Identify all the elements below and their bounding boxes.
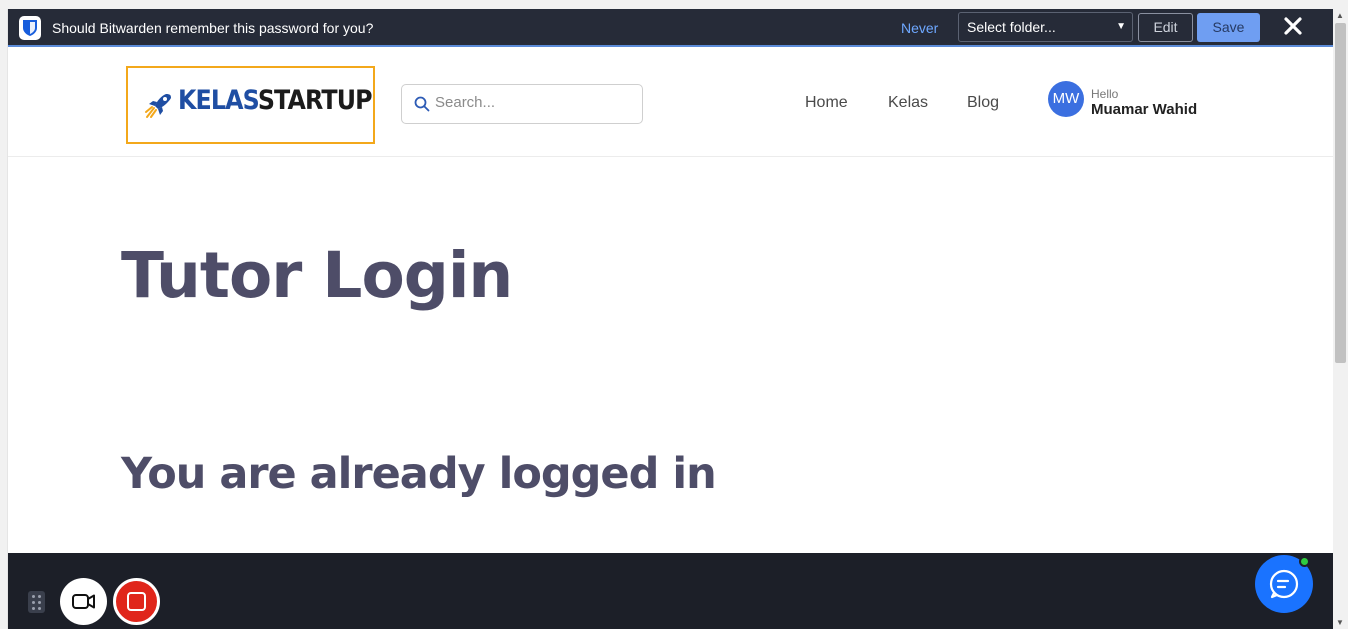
bottom-toolbar	[8, 553, 1333, 629]
search-input[interactable]	[435, 94, 635, 111]
browser-viewport: Should Bitwarden remember this password …	[0, 0, 1348, 629]
page-title: Tutor Login	[121, 239, 513, 312]
save-button[interactable]: Save	[1197, 13, 1260, 42]
bitwarden-notification-bar: Should Bitwarden remember this password …	[8, 9, 1333, 47]
stop-recording-button[interactable]	[113, 578, 160, 625]
stop-recording-icon	[127, 592, 146, 611]
video-camera-icon	[72, 594, 95, 609]
nav-home[interactable]: Home	[805, 94, 848, 112]
search-box[interactable]	[401, 84, 643, 124]
logo-startup: STARTUP	[257, 85, 373, 116]
site-logo[interactable]: KELASSTARTUP	[126, 66, 375, 144]
bitwarden-question: Should Bitwarden remember this password …	[52, 20, 374, 36]
folder-select[interactable]: Select folder... ▼	[958, 12, 1133, 42]
chevron-down-icon: ▼	[1116, 21, 1126, 32]
web-page: Should Bitwarden remember this password …	[7, 9, 1333, 629]
site-header: KELASSTARTUP Home Kelas Blog MW Hello Mu…	[8, 49, 1333, 157]
logo-kelas: KELAS	[178, 85, 259, 116]
chat-button[interactable]	[1255, 555, 1313, 613]
online-status-dot	[1299, 556, 1310, 567]
user-greeting: Hello	[1091, 87, 1119, 101]
close-icon[interactable]	[1283, 16, 1303, 36]
scroll-up-arrow-icon[interactable]: ▲	[1336, 11, 1344, 20]
edit-button[interactable]: Edit	[1138, 13, 1193, 42]
logo-text: KELASSTARTUP	[178, 85, 373, 116]
scroll-down-arrow-icon[interactable]: ▼	[1336, 618, 1344, 627]
logged-in-message: You are already logged in	[121, 449, 717, 499]
user-name[interactable]: Muamar Wahid	[1091, 101, 1197, 118]
drag-handle-icon[interactable]	[28, 591, 45, 613]
search-icon	[414, 96, 430, 112]
folder-select-value: Select folder...	[967, 19, 1056, 35]
scrollbar-thumb[interactable]	[1335, 23, 1346, 363]
avatar[interactable]: MW	[1048, 81, 1084, 117]
never-button[interactable]: Never	[901, 20, 938, 36]
camera-button[interactable]	[60, 578, 107, 625]
bitwarden-shield-icon	[19, 16, 41, 40]
vertical-scrollbar[interactable]: ▲ ▼	[1333, 9, 1348, 629]
nav-blog[interactable]: Blog	[967, 94, 999, 112]
nav-kelas[interactable]: Kelas	[888, 94, 928, 112]
rocket-icon	[145, 94, 171, 118]
